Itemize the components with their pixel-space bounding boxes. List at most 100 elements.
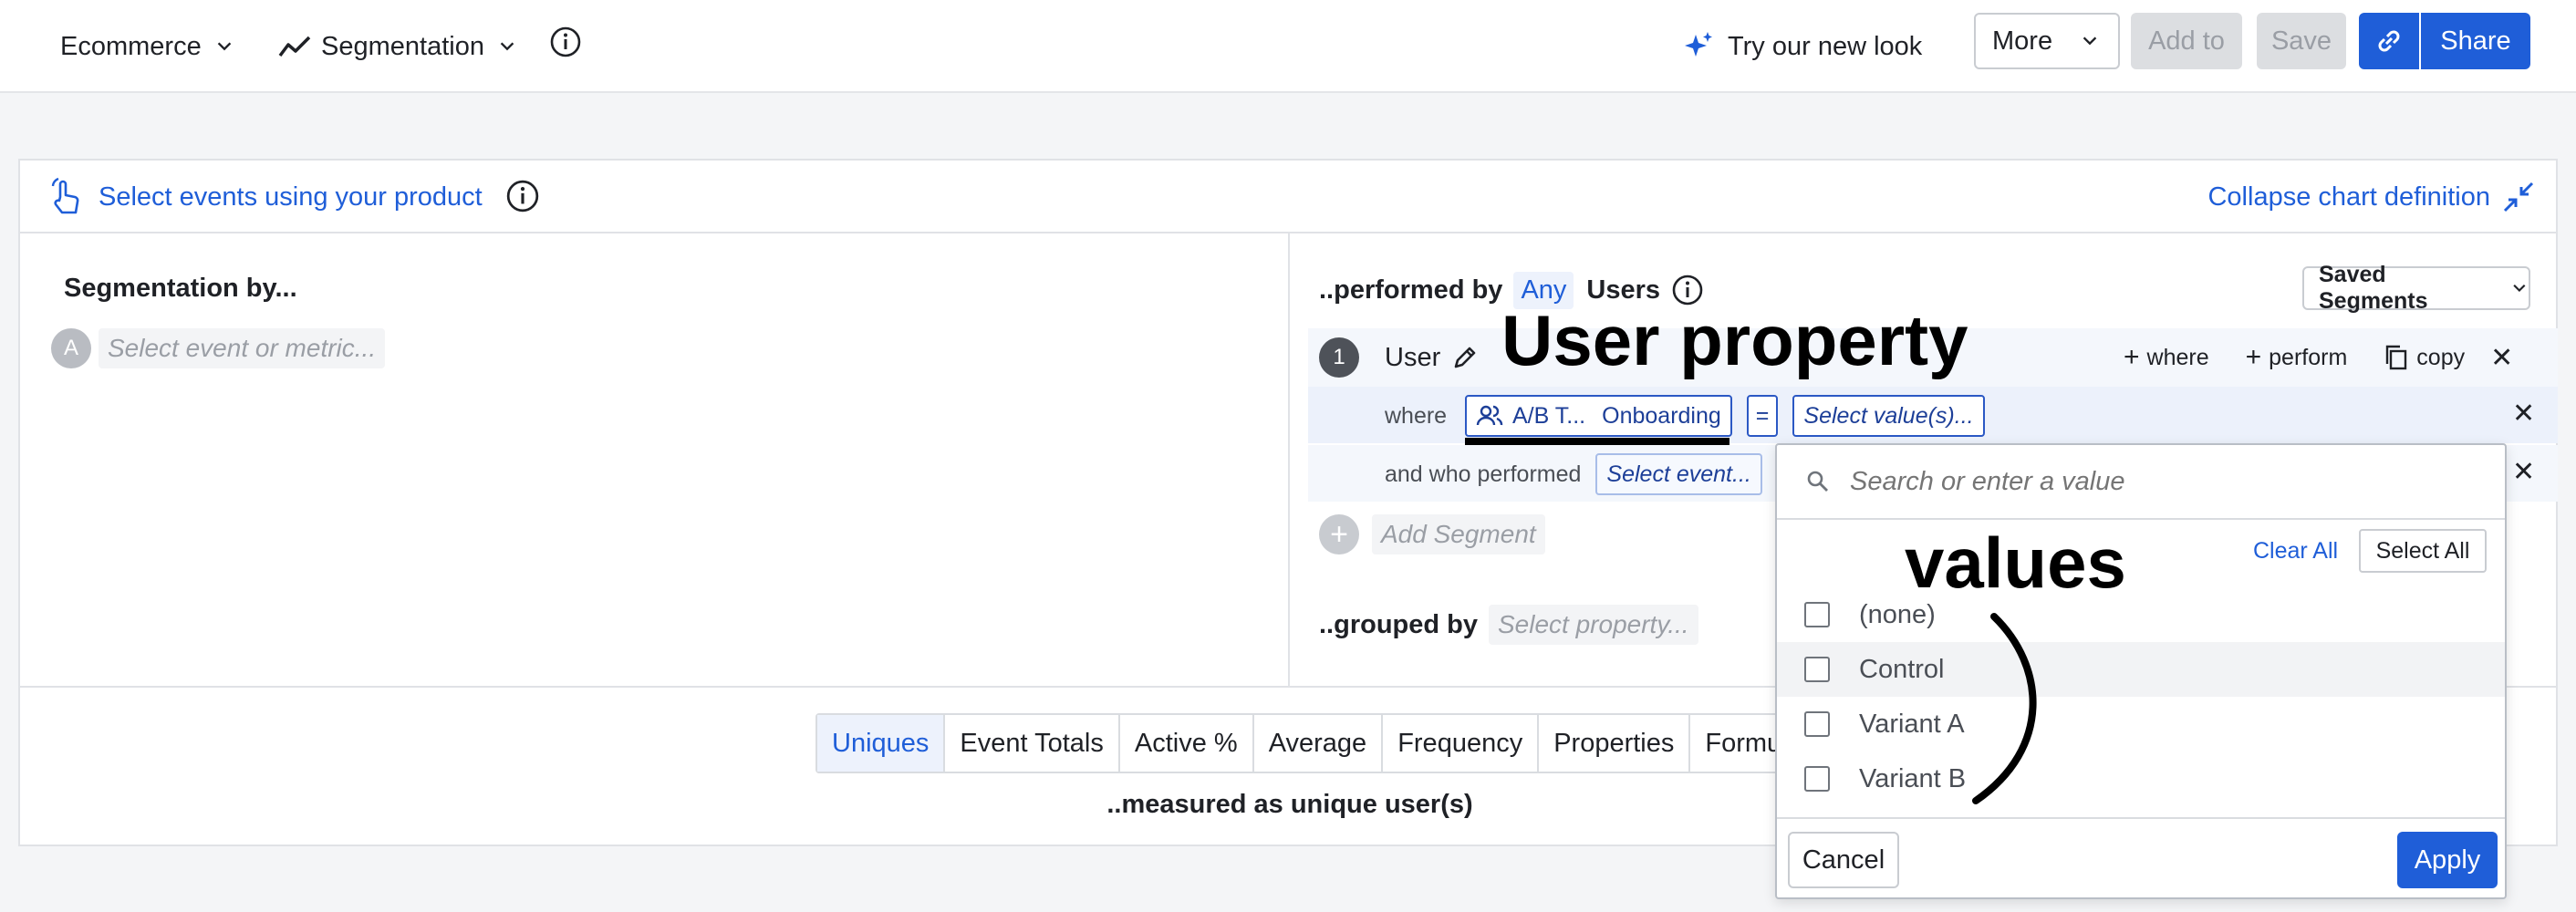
chevron-down-icon	[2513, 284, 2526, 292]
annotation-curve	[1972, 613, 2037, 804]
cancel-button[interactable]: Cancel	[1788, 832, 1899, 888]
select-event-token[interactable]: Select event...	[1595, 453, 1762, 495]
column-divider	[1288, 233, 1290, 686]
value-search-input[interactable]	[1850, 466, 2470, 497]
save-button[interactable]: Save	[2257, 13, 2346, 69]
metric-tabs: Uniques Event Totals Active % Average Fr…	[815, 713, 1886, 773]
saved-segments-label: Saved Segments	[2319, 262, 2428, 314]
try-new-look-label: Try our new look	[1728, 31, 1923, 61]
event-placeholder[interactable]: Select event or metric...	[99, 328, 386, 368]
line-chart-icon	[278, 36, 311, 57]
dropdown-footer: Cancel Apply	[1777, 817, 2505, 901]
and-who-performed-label: and who performed	[1385, 461, 1582, 487]
remove-segment-icon[interactable]: ✕	[2490, 342, 2513, 374]
option-label: (none)	[1859, 599, 1936, 629]
add-segment-row[interactable]: + Add Segment	[1319, 513, 1545, 556]
operator-token[interactable]: =	[1746, 395, 1779, 437]
option-checkbox[interactable]	[1804, 711, 1830, 737]
add-perform-label: perform	[2269, 344, 2348, 370]
chart-type-label: Segmentation	[321, 31, 484, 61]
more-button[interactable]: More	[1974, 13, 2120, 69]
chevron-down-icon	[2083, 36, 2097, 46]
share-button[interactable]: Share	[2421, 13, 2530, 69]
saved-segments-dropdown[interactable]: Saved Segments	[2302, 262, 2530, 314]
and-who-performed-row: and who performed Select event...	[1385, 452, 1762, 496]
collapse-arrows-icon	[2503, 181, 2534, 212]
select-property-placeholder[interactable]: Select property...	[1489, 605, 1698, 645]
value-dropdown: Clear All Select All (none) Control Vari…	[1775, 443, 2507, 899]
collapse-chart-definition[interactable]: Collapse chart definition	[2207, 177, 2536, 217]
property-token-name: Onboarding	[1602, 402, 1721, 429]
info-icon[interactable]	[505, 179, 540, 213]
segment-name: User	[1385, 342, 1441, 372]
try-new-look-link[interactable]: Try our new look	[1680, 22, 1922, 71]
select-events-link[interactable]: Select events using your product	[47, 177, 483, 217]
option-checkbox[interactable]	[1804, 602, 1830, 627]
panel-header: Select events using your product Collaps…	[20, 161, 2556, 233]
option-label: Variant A	[1859, 709, 1965, 739]
value-option[interactable]: Variant B	[1777, 751, 2505, 806]
annotation-user-property: User property	[1501, 300, 1968, 380]
annotation-underline	[1465, 438, 1729, 445]
value-option[interactable]: (none)	[1777, 587, 2505, 642]
tab-frequency[interactable]: Frequency	[1383, 715, 1540, 772]
collapse-label: Collapse chart definition	[2207, 181, 2490, 212]
clear-all-link[interactable]: Clear All	[2253, 538, 2338, 565]
property-token[interactable]: A/B T... Onboarding	[1465, 395, 1732, 437]
info-icon[interactable]	[549, 26, 582, 58]
value-option[interactable]: Control	[1777, 642, 2505, 697]
tab-properties[interactable]: Properties	[1539, 715, 1691, 772]
add-perform-button[interactable]: + perform	[2246, 342, 2348, 373]
segmentation-by-heading: Segmentation by...	[64, 274, 297, 303]
pencil-icon[interactable]	[1451, 344, 1479, 371]
plus-icon: +	[1319, 514, 1359, 554]
value-option[interactable]: Variant A	[1777, 697, 2505, 751]
more-label: More	[1992, 26, 2053, 56]
sparkle-icon	[1685, 32, 1712, 57]
annotation-values: values	[1905, 523, 2126, 603]
apply-button[interactable]: Apply	[2397, 832, 2498, 888]
option-checkbox[interactable]	[1804, 766, 1830, 792]
event-selector-row[interactable]: A Select event or metric...	[51, 328, 386, 368]
copy-label: copy	[2416, 344, 2466, 370]
top-bar: Ecommerce Segmentation Try our new look …	[0, 0, 2576, 93]
add-where-label: where	[2146, 344, 2209, 370]
segment-actions: + where + perform copy ✕	[2124, 337, 2513, 378]
value-search	[1777, 445, 2505, 520]
tab-uniques[interactable]: Uniques	[817, 715, 946, 772]
remove-filter-icon[interactable]: ✕	[2512, 398, 2535, 430]
value-selector-token[interactable]: Select value(s)...	[1792, 395, 1985, 437]
project-selector[interactable]: Ecommerce	[60, 22, 234, 71]
chart-type-selector[interactable]: Segmentation	[277, 22, 517, 71]
where-filter-row: where A/B T... Onboarding = Select value…	[1385, 394, 1985, 438]
property-token-group: A/B T...	[1512, 402, 1586, 429]
select-events-label: Select events using your product	[99, 181, 483, 212]
segment-number-badge: 1	[1319, 337, 1359, 378]
pointer-hand-icon	[51, 177, 79, 214]
grouped-by-row: ..grouped by Select property...	[1319, 604, 1698, 646]
remove-performed-icon[interactable]: ✕	[2512, 456, 2535, 488]
add-where-button[interactable]: + where	[2124, 342, 2209, 373]
grouped-by-label: ..grouped by	[1319, 609, 1478, 639]
search-icon	[1807, 471, 1828, 492]
option-label: Control	[1859, 654, 1945, 684]
copy-link-button[interactable]	[2359, 13, 2419, 69]
add-segment-placeholder[interactable]: Add Segment	[1372, 514, 1545, 554]
segment-title: 1 User	[1319, 336, 1479, 379]
copy-icon	[2386, 345, 2407, 370]
chevron-down-icon	[217, 42, 231, 51]
users-icon	[1476, 405, 1503, 426]
link-icon	[2378, 30, 2400, 52]
tab-event-totals[interactable]: Event Totals	[945, 715, 1120, 772]
tab-average[interactable]: Average	[1254, 715, 1384, 772]
add-to-button[interactable]: Add to	[2131, 13, 2242, 69]
option-checkbox[interactable]	[1804, 657, 1830, 682]
tab-active-percent[interactable]: Active %	[1120, 715, 1254, 772]
where-label: where	[1385, 402, 1448, 429]
select-all-button[interactable]: Select All	[2359, 529, 2487, 573]
project-name: Ecommerce	[60, 31, 202, 61]
chevron-down-icon	[500, 42, 514, 51]
performed-by-label: ..performed by	[1319, 275, 1503, 305]
event-letter-badge: A	[51, 328, 91, 368]
copy-segment-button[interactable]: copy	[2384, 344, 2465, 371]
